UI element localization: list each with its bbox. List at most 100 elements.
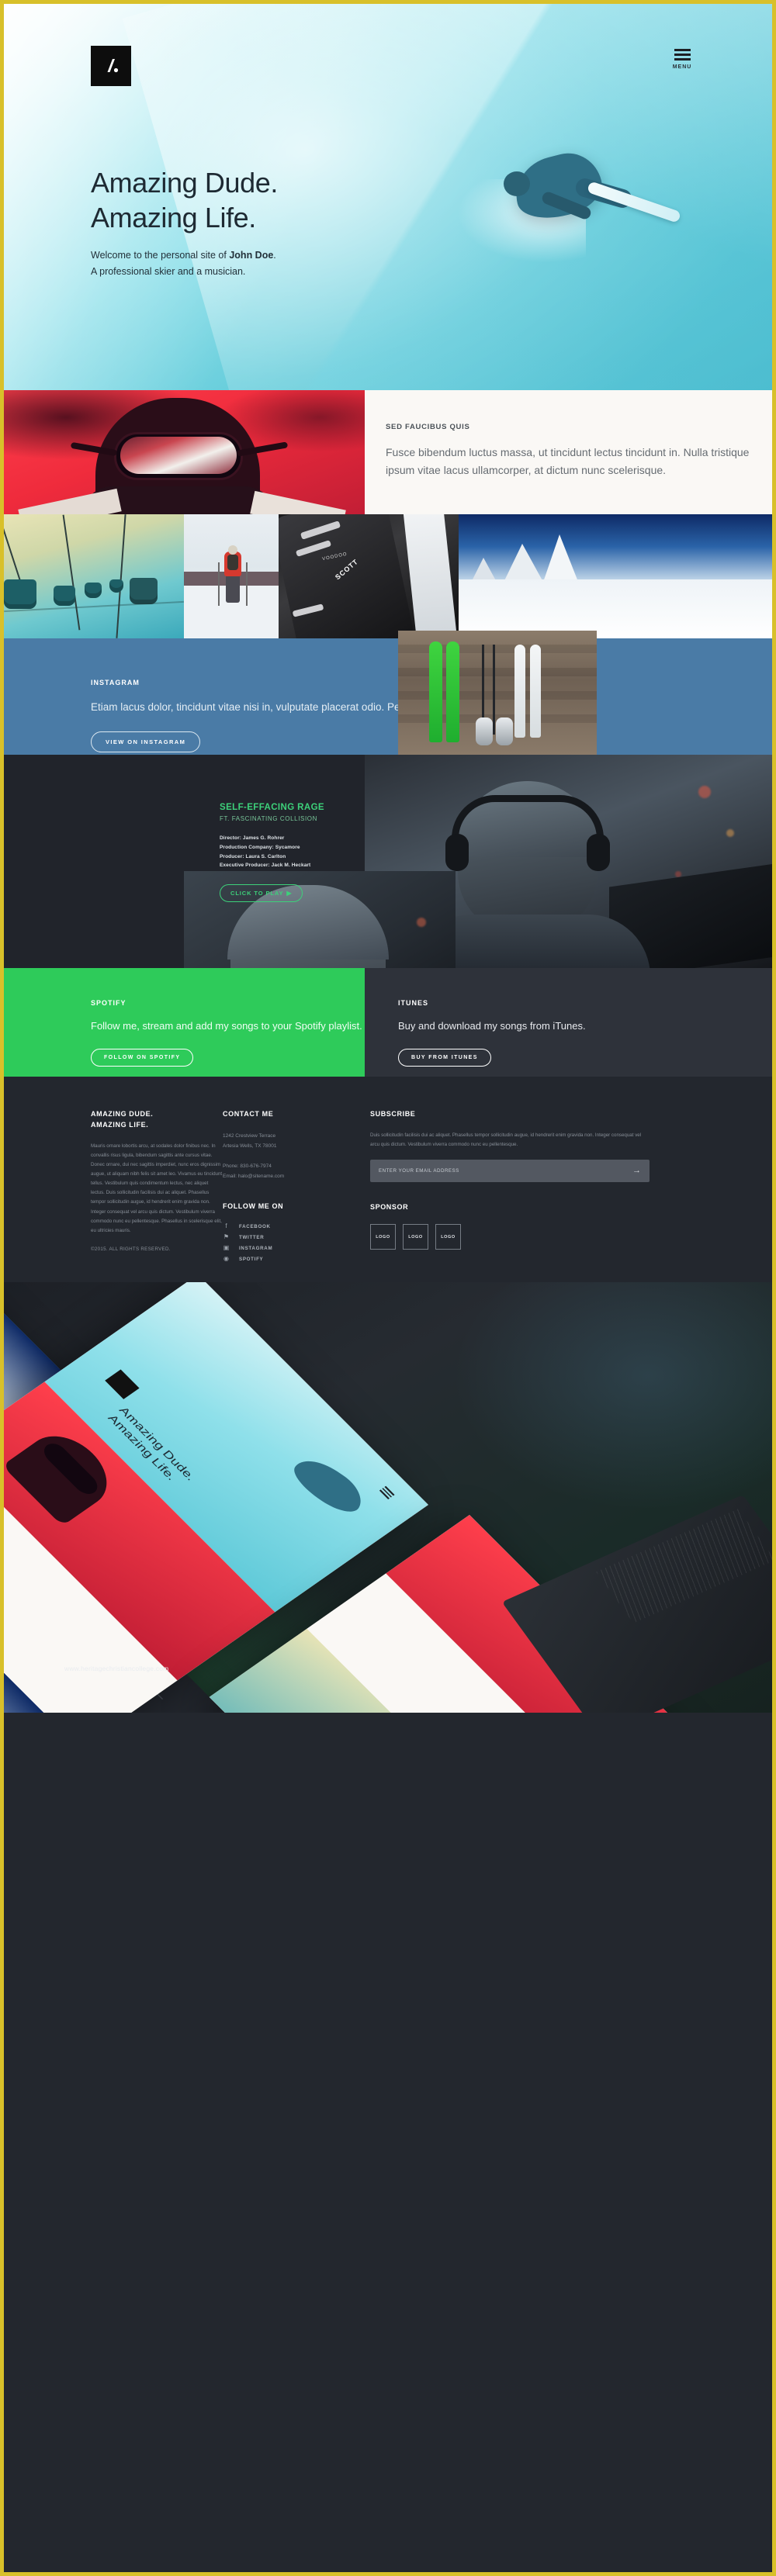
wood-plank-1 [398,645,597,653]
ski-boot-right [496,717,513,745]
bokeh-light-1 [698,786,711,798]
site-logo[interactable] [91,46,131,86]
ski-pole-2 [493,645,495,735]
sponsor-logo-3[interactable]: LOGO [435,1224,461,1250]
bokeh-light-2 [726,829,734,837]
social-link-spotify[interactable]: ◉ SPOTIFY [223,1256,370,1263]
footer-about-column: AMAZING DUDE. AMAZING LIFE. Mauris ornar… [91,1109,223,1267]
sponsor-logo-1[interactable]: LOGO [370,1224,396,1250]
showcase-url: www.heritagechristiancollege.com [64,1665,169,1672]
gondola-2 [54,586,75,606]
view-on-instagram-button[interactable]: VIEW ON INSTAGRAM [91,731,201,752]
wood-plank-3 [398,691,597,700]
gallery-photo-ski-lift [4,514,184,638]
gondola-4 [109,579,123,593]
photo-gallery: VOODOO SCOTT [4,514,772,638]
social-label-facebook: FACEBOOK [239,1223,271,1229]
footer-copyright: ©2015. ALL RIGHTS RESERVED. [91,1246,171,1252]
video-credits: Director: James G. Rohrer Production Com… [220,834,367,870]
contact-email[interactable]: Email: halo@sitename.com [223,1171,370,1181]
about-text-panel: SED FAUCIBUS QUIS Fusce bibendum luctus … [365,390,772,514]
itunes-copy: ITUNES Buy and download my songs from iT… [398,999,586,1067]
footer-columns: AMAZING DUDE. AMAZING LIFE. Mauris ornar… [4,1109,772,1267]
hero-subtitle: Welcome to the personal site of John Doe… [91,247,278,281]
subscribe-email-input[interactable]: ENTER YOUR EMAIL ADDRESS → [370,1160,650,1183]
green-ski-1 [429,641,442,742]
laptop-vent-lines [596,1509,772,1623]
gallery-photo-mountains [459,514,772,638]
sponsor-logo-2[interactable]: LOGO [403,1224,428,1250]
subscribe-heading: SUBSCRIBE [370,1110,416,1118]
jacket-shoulder-right [250,490,346,514]
arrow-right-icon[interactable]: → [632,1167,641,1175]
social-label-instagram: INSTAGRAM [239,1245,273,1251]
gondola-1 [4,579,36,609]
spotify-icon: ◉ [223,1255,229,1263]
music-video-section: SELF-EFFACING RAGE FT. FASCINATING COLLI… [4,755,772,1049]
credit-production-company: Production Company: Sycamore [220,844,300,850]
social-links: f FACEBOOK ⚑ TWITTER ▣ INSTAGRAM ◉ SPOTI… [223,1223,370,1263]
ski-pole-right [246,562,248,606]
menu-button[interactable]: MENU [666,49,698,70]
video-subtitle: FT. FASCINATING COLLISION [220,815,317,822]
green-ski-2 [446,641,459,742]
skier-legs [226,575,240,603]
click-to-play-button[interactable]: CLICK TO PLAY ▶ [220,884,303,903]
hero-heading: Amazing Dude. Amazing Life. [91,165,278,236]
streaming-section: SPOTIFY Follow me, stream and add my son… [4,968,772,1077]
social-link-instagram[interactable]: ▣ INSTAGRAM [223,1245,370,1252]
sponsor-heading: SPONSOR [370,1203,409,1212]
page-root: MENU Amazing Dude. Amazing Life. Welcome… [0,0,776,2576]
gallery-photo-skier [184,514,279,638]
hero-period: . [273,249,276,261]
lift-cable-3 [116,514,126,638]
credit-director: Director: James G. Rohrer [220,835,285,841]
contact-phone[interactable]: Phone: 830-676-7974 [223,1161,370,1171]
contact-address-line2: Artesia Wells, TX 78001 [223,1143,277,1149]
wood-plank-2 [398,668,597,676]
ski-boot-shell [279,514,416,638]
itunes-panel: ITUNES Buy and download my songs from iT… [365,968,772,1077]
headphone-cup-right [587,834,610,871]
hero-heading-line1: Amazing Dude. [91,167,278,199]
hero-copy: Amazing Dude. Amazing Life. Welcome to t… [91,165,278,281]
social-link-facebook[interactable]: f FACEBOOK [223,1223,370,1230]
hero-profession-text: A professional skier and a musician. [91,266,246,278]
hero-owner-name: John Doe [229,249,274,261]
goggles-photo [4,390,365,514]
subscribe-placeholder: ENTER YOUR EMAIL ADDRESS [379,1168,459,1174]
mockup-logo [105,1369,140,1399]
snow-slope [459,579,772,638]
spotify-kicker: SPOTIFY [91,999,126,1007]
footer-brand-line2: AMAZING LIFE. [91,1120,149,1129]
subscribe-body: Duis sollicitudin facilisis dui ac aliqu… [370,1132,642,1148]
click-to-play-label: CLICK TO PLAY [230,890,284,897]
gondola-3 [85,583,102,598]
gondola-5 [130,578,158,604]
hero-section: MENU Amazing Dude. Amazing Life. Welcome… [4,4,772,390]
social-link-twitter[interactable]: ⚑ TWITTER [223,1234,370,1241]
spotify-copy: SPOTIFY Follow me, stream and add my son… [91,999,362,1067]
sponsor-logos: LOGO LOGO LOGO [370,1224,650,1250]
gallery-photo-ski-boot: VOODOO SCOTT [279,514,459,638]
facebook-icon: f [225,1222,227,1230]
white-ski-2 [530,645,541,738]
follow-heading: FOLLOW ME ON [223,1202,284,1210]
rider-head [504,171,530,196]
jacket-shoulder-left [18,488,122,514]
mockup-snowboarder [288,1450,369,1520]
spotify-panel: SPOTIFY Follow me, stream and add my son… [4,968,365,1077]
footer-brand-heading: AMAZING DUDE. AMAZING LIFE. [91,1109,223,1131]
twitter-icon: ⚑ [223,1233,230,1241]
slash-dot-icon [107,59,119,73]
spotify-body: Follow me, stream and add my songs to yo… [91,1020,362,1032]
buy-from-itunes-button[interactable]: BUY FROM ITUNES [398,1048,491,1067]
itunes-kicker: ITUNES [398,999,429,1007]
follow-on-spotify-button[interactable]: FOLLOW ON SPOTIFY [91,1048,194,1067]
credit-executive-producer: Executive Producer: Jack M. Heckart [220,863,311,869]
goggle-lens [120,437,237,474]
credit-producer: Producer: Laura S. Carlton [220,853,286,859]
menu-label: MENU [672,64,692,70]
skier-backpack [227,555,238,570]
showcase-blue-glow [446,1282,772,1515]
